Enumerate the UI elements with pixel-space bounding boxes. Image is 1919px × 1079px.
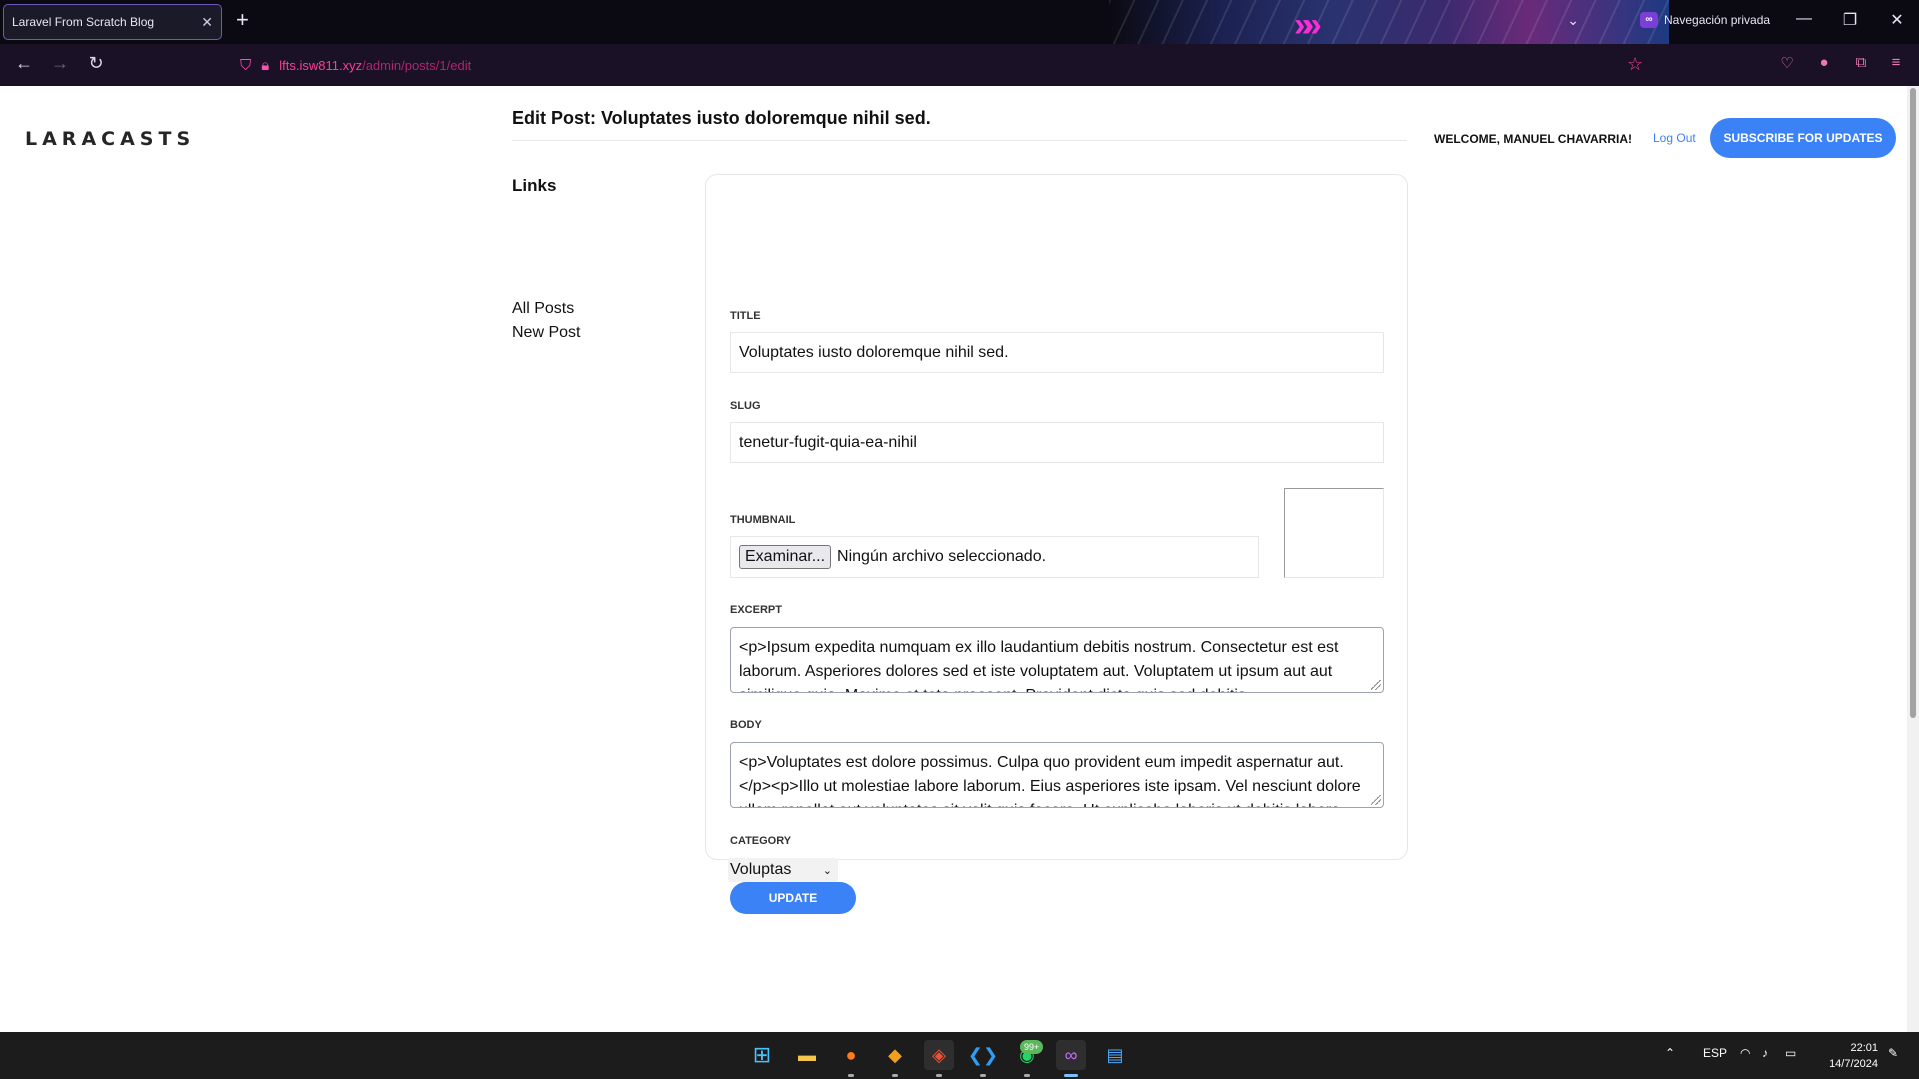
extensions-icon[interactable]: ⧉ xyxy=(1850,54,1872,71)
running-indicator xyxy=(936,1074,942,1077)
file-status: Ningún archivo seleccionado. xyxy=(837,548,1047,565)
address-bar[interactable]: ⛉ 🔒︎ lfts.isw811.xyz/admin/posts/1/edit xyxy=(232,50,1692,80)
category-select[interactable]: Voluptas ⌄ xyxy=(728,858,838,882)
list-all-tabs-icon[interactable]: ⌄ xyxy=(1567,12,1579,29)
welcome-message: Welcome, Manuel Chavarria! xyxy=(1434,132,1632,146)
tab-title: Laravel From Scratch Blog xyxy=(12,15,155,29)
close-window-icon[interactable]: ✕ xyxy=(1885,10,1909,30)
notepad-icon[interactable]: ▤ xyxy=(1100,1040,1130,1070)
notification-badge: 99+ xyxy=(1020,1040,1044,1054)
body-label: Body xyxy=(730,719,762,731)
private-browsing-label: Navegación privada xyxy=(1664,13,1771,27)
title-divider xyxy=(512,140,1407,141)
page-scrollbar[interactable] xyxy=(1907,86,1919,1032)
show-hidden-icons-icon[interactable]: ⌃ xyxy=(1665,1046,1675,1060)
page-title: Edit Post: Voluptates iusto doloremque n… xyxy=(512,108,931,128)
vscode-icon[interactable]: ❮❯ xyxy=(968,1040,998,1070)
running-indicator xyxy=(1024,1074,1030,1077)
running-indicator xyxy=(848,1074,854,1077)
scrollbar-thumb[interactable] xyxy=(1910,88,1916,718)
battery-icon[interactable]: ▭ xyxy=(1785,1046,1796,1060)
thumbnail-preview-image xyxy=(1284,488,1384,578)
pocket-icon[interactable]: ♡ xyxy=(1776,54,1798,72)
private-mask-icon: ∞ xyxy=(1640,12,1658,28)
windows-start-icon[interactable]: ⊞ xyxy=(747,1040,777,1070)
reload-icon[interactable]: ↻ xyxy=(84,53,108,74)
running-indicator xyxy=(980,1074,986,1077)
running-indicator xyxy=(892,1074,898,1077)
back-arrow-icon[interactable]: ← xyxy=(12,53,36,74)
firefox-icon[interactable]: ● xyxy=(836,1040,866,1070)
body-textarea[interactable]: <p>Voluptates est dolore possimus. Culpa… xyxy=(730,742,1384,808)
shield-icon[interactable]: ⛉ xyxy=(240,57,251,74)
browser-tab[interactable]: Laravel From Scratch Blog ✕ xyxy=(3,4,222,40)
git-icon[interactable]: ◈ xyxy=(924,1040,954,1070)
url-host: lfts.isw811.xyz xyxy=(279,57,363,73)
notifications-icon[interactable]: ✎ xyxy=(1888,1046,1898,1060)
title-input[interactable]: Voluptates iusto doloremque nihil sed. xyxy=(730,332,1384,373)
language-indicator[interactable]: ESP xyxy=(1703,1046,1727,1060)
logout-link[interactable]: Log Out xyxy=(1653,131,1696,145)
thumbnail-label: Thumbnail xyxy=(730,514,796,526)
resize-handle-icon[interactable] xyxy=(1371,795,1381,805)
thumbnail-file-input[interactable]: Examinar... Ningún archivo seleccionado. xyxy=(730,536,1259,578)
browse-file-button[interactable]: Examinar... xyxy=(739,545,832,569)
active-indicator xyxy=(1064,1074,1078,1077)
subscribe-button[interactable]: Subscribe for Updates xyxy=(1710,118,1896,158)
category-selected-value: Voluptas xyxy=(730,861,792,878)
wifi-icon[interactable]: ◠ xyxy=(1740,1046,1750,1060)
update-button[interactable]: Update xyxy=(730,882,856,914)
lock-icon[interactable]: 🔒︎ xyxy=(261,57,269,74)
restore-icon[interactable]: ❐ xyxy=(1838,10,1862,30)
forward-arrow-icon[interactable]: → xyxy=(48,53,72,74)
url-path: /admin/posts/1/edit xyxy=(362,57,472,73)
minimize-icon[interactable]: — xyxy=(1792,10,1816,28)
firefox-private-icon[interactable]: ∞ xyxy=(1056,1040,1086,1070)
excerpt-label: Excerpt xyxy=(730,604,782,616)
sidebar-link-all-posts[interactable]: All Posts xyxy=(512,300,574,318)
new-tab-button[interactable]: + xyxy=(236,9,249,31)
excerpt-textarea[interactable]: <p>Ipsum expedita numquam ex illo laudan… xyxy=(730,627,1384,693)
sidebar-heading: Links xyxy=(512,176,557,195)
volume-icon[interactable]: ♪ xyxy=(1762,1046,1768,1060)
url-text[interactable]: lfts.isw811.xyz/admin/posts/1/edit xyxy=(279,58,471,73)
file-explorer-icon[interactable]: ▬ xyxy=(792,1040,822,1070)
title-label: Title xyxy=(730,310,761,322)
browser-nav-bar: ← → ↻ ⛉ 🔒︎ lfts.isw811.xyz/admin/posts/1… xyxy=(0,44,1919,86)
category-label: Category xyxy=(730,835,792,847)
theme-artwork: »» xyxy=(1109,0,1669,44)
windows-taskbar: ⊞ ▬ ● ◆ ◈ ❮❯ ◉ 99+ ∞ ▤ ⌃ ESP ◠ ♪ ▭ 22:01… xyxy=(0,1032,1919,1079)
browser-tab-bar: »» Laravel From Scratch Blog ✕ + ⌄ ∞ Nav… xyxy=(0,0,1919,44)
slug-input[interactable]: tenetur-fugit-quia-ea-nihil xyxy=(730,422,1384,463)
account-icon[interactable]: ● xyxy=(1813,54,1835,71)
clock-date: 14/7/2024 xyxy=(1829,1058,1878,1070)
excerpt-text: <p>Ipsum expedita numquam ex illo laudan… xyxy=(739,639,1339,692)
resize-handle-icon[interactable] xyxy=(1371,680,1381,690)
body-text: <p>Voluptates est dolore possimus. Culpa… xyxy=(739,754,1361,807)
sidebar-link-new-post[interactable]: New Post xyxy=(512,324,580,342)
slug-label: Slug xyxy=(730,400,761,412)
menu-icon[interactable]: ≡ xyxy=(1885,54,1907,71)
system-clock[interactable]: 22:01 14/7/2024 xyxy=(1818,1040,1878,1072)
clock-time: 22:01 xyxy=(1850,1042,1878,1054)
laracasts-logo[interactable]: LARACASTS xyxy=(25,128,195,150)
private-browsing-indicator: ∞ Navegación privada xyxy=(1640,12,1770,28)
tab-close-icon[interactable]: ✕ xyxy=(201,14,213,31)
chevron-down-icon: ⌄ xyxy=(822,864,832,877)
bookmark-star-icon[interactable]: ☆ xyxy=(1627,54,1643,75)
app-icon[interactable]: ◆ xyxy=(880,1040,910,1070)
